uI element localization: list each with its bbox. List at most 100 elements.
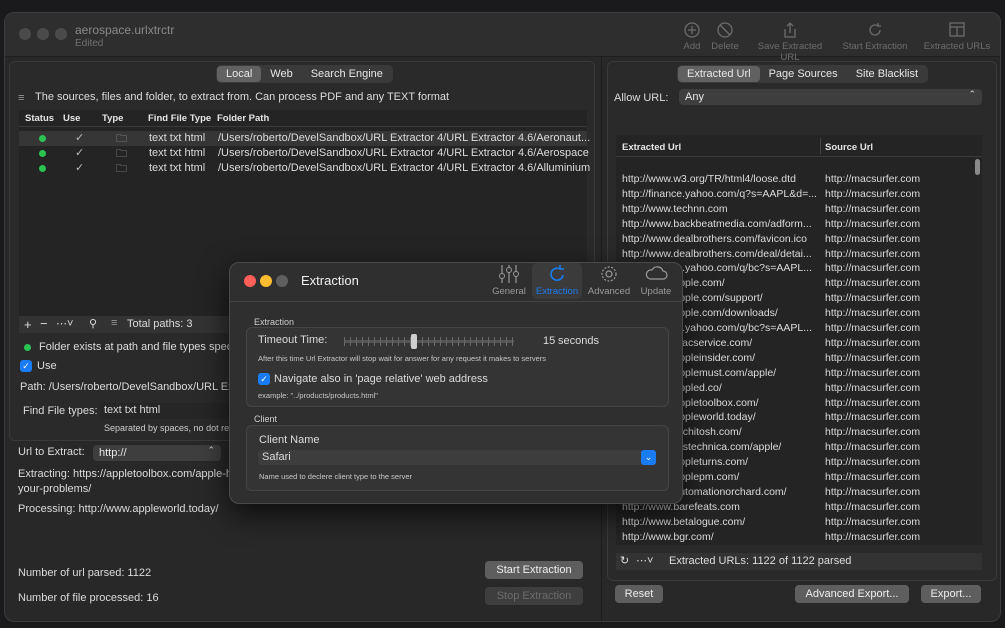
close-window-button[interactable] — [19, 28, 31, 40]
pref-tab-advanced[interactable]: Advanced — [586, 263, 632, 299]
dialog-minimize-button[interactable] — [260, 275, 272, 287]
stop-extraction-button[interactable]: Stop Extraction — [485, 587, 583, 605]
table-row[interactable]: http://www.w3.org/TR/html4/loose.dtd http… — [616, 172, 982, 187]
path-label: Path: /Users/roberto/DevelSandbox/URL Ex… — [20, 381, 237, 393]
timeout-hint: After this time Url Extractor will stop … — [258, 354, 547, 363]
allow-url-popup[interactable]: Any — [679, 86, 982, 105]
total-paths: Total paths: 3 — [127, 318, 193, 330]
start-extraction-toolbar-label: Start Extraction — [842, 41, 908, 52]
client-name-label: Client Name — [259, 434, 320, 446]
pref-tab-general[interactable]: General — [488, 263, 530, 299]
col-extracted-url[interactable]: Extracted Url — [622, 142, 681, 158]
timeout-slider-knob[interactable] — [410, 334, 417, 349]
timeout-unit: seconds — [558, 335, 599, 347]
col-find-file-type[interactable]: Find File Type — [148, 113, 211, 129]
delete-icon — [717, 22, 733, 38]
col-status[interactable]: Status — [25, 113, 54, 129]
allow-url-label: Allow URL: — [614, 92, 669, 104]
processing-text: Processing: http://www.appleworld.today/ — [18, 503, 219, 515]
source-url-cell: http://macsurfer.com — [825, 307, 921, 320]
row-folder-path: /Users/roberto/DevelSandbox/URL Extracto… — [218, 132, 591, 144]
result-tabs: Extracted Url Page Sources Site Blacklis… — [677, 65, 929, 83]
folder-status-dot — [24, 344, 31, 351]
tab-local[interactable]: Local — [217, 66, 262, 82]
tab-search-engine[interactable]: Search Engine — [302, 66, 392, 82]
table-row[interactable]: http://www.betalogue.com/http://macsurfe… — [616, 515, 982, 530]
table-row[interactable]: http://www.backbeatmedia.com/adform... ht… — [616, 217, 982, 232]
dialog-toolbar-divider — [230, 301, 682, 302]
client-hint: Name used to declere client type to the … — [259, 472, 412, 481]
urls-parsed-count: Number of url parsed: 1122 — [18, 567, 152, 579]
minus-icon[interactable]: − — [40, 316, 48, 331]
use-checkbox[interactable]: ✓ — [20, 360, 32, 372]
source-url-cell: http://macsurfer.com — [825, 500, 921, 513]
row-file-type: text txt html — [149, 132, 206, 144]
separated-hint: Separated by spaces, no dot re — [104, 423, 230, 433]
add-label: Add — [683, 41, 701, 52]
pref-tab-update[interactable]: Update — [634, 263, 678, 299]
checkmark-icon[interactable]: ✓ — [75, 161, 84, 174]
search-icon[interactable]: ⚲ — [89, 317, 97, 330]
export-button[interactable]: Export... — [921, 585, 981, 603]
tab-web[interactable]: Web — [261, 66, 301, 82]
col-folder-path[interactable]: Folder Path — [217, 113, 269, 129]
url-to-extract-label: Url to Extract: — [18, 446, 85, 458]
advanced-export-button[interactable]: Advanced Export... — [795, 585, 909, 603]
table-row[interactable]: ✓ 🗀 text txt html /Users/roberto/DevelSa… — [19, 146, 589, 161]
row-file-type: text txt html — [149, 162, 206, 174]
chevron-down-icon[interactable]: ⌄ — [641, 450, 656, 465]
scrollbar-thumb[interactable] — [975, 159, 980, 175]
navigate-example: example: "../products/products.html" — [258, 391, 378, 400]
table-row[interactable]: http://creativemac.digitalmedianet.com/h… — [616, 545, 982, 546]
table-row[interactable]: ✓ 🗀 text txt html /Users/roberto/DevelSa… — [19, 131, 591, 146]
reset-button[interactable]: Reset — [615, 585, 663, 603]
dialog-close-button[interactable] — [244, 275, 256, 287]
pref-tab-update-label: Update — [640, 286, 672, 297]
status-dot — [39, 165, 46, 172]
col-use[interactable]: Use — [63, 113, 80, 129]
tab-page-sources[interactable]: Page Sources — [760, 66, 847, 82]
pref-tab-extraction[interactable]: Extraction — [532, 263, 582, 299]
column-divider[interactable] — [820, 138, 821, 154]
extracted-urls-button[interactable]: Extracted URLs — [923, 21, 991, 52]
table-row[interactable]: http://www.technn.com http://macsurfer.co… — [616, 202, 982, 217]
results-bottom-bar: ↻ ⋯˅ Extracted URLs: 1122 of 1122 parsed — [616, 553, 982, 570]
start-extraction-button[interactable]: Start Extraction — [485, 561, 583, 579]
find-file-types-input[interactable]: text txt html — [100, 403, 230, 419]
delete-button[interactable]: Delete — [709, 21, 741, 52]
title-bar: aerospace.urlxtrctr Edited Add Delete Sa… — [5, 13, 1000, 63]
timeout-value: 15 — [543, 335, 556, 347]
table-row[interactable]: http://finance.yahoo.com/q?s=AAPL&d=... h… — [616, 187, 982, 202]
more-icon[interactable]: ⋯˅ — [636, 554, 653, 567]
extracting-text: Extracting: https://appletoolbox.com/app… — [18, 468, 233, 480]
tab-extracted-url[interactable]: Extracted Url — [678, 66, 760, 82]
client-name-combo[interactable]: Safari ⌄ — [258, 450, 656, 465]
minimize-window-button[interactable] — [37, 28, 49, 40]
extracted-url-cell: http://www.betalogue.com/ — [622, 515, 746, 528]
source-url-cell: http://macsurfer.com — [825, 322, 921, 334]
table-header: Extracted Url Source Url — [616, 135, 982, 157]
col-source-url[interactable]: Source Url — [825, 142, 873, 158]
plus-icon[interactable]: + — [24, 317, 32, 332]
checkmark-icon[interactable]: ✓ — [75, 131, 84, 144]
add-button[interactable]: Add — [680, 21, 704, 52]
save-extracted-url-button[interactable]: Save Extracted URL — [748, 21, 832, 63]
navigate-relative-checkbox[interactable]: ✓ — [258, 373, 270, 385]
tab-site-blacklist[interactable]: Site Blacklist — [847, 66, 927, 82]
zoom-window-button[interactable] — [55, 28, 67, 40]
table-row[interactable]: http://www.dealbrothers.com/deal/detai..… — [616, 247, 982, 262]
checkmark-icon[interactable]: ✓ — [75, 146, 84, 159]
url-to-extract-popup[interactable]: http:// — [93, 442, 221, 461]
col-type[interactable]: Type — [102, 113, 123, 129]
dialog-zoom-button[interactable] — [276, 275, 288, 287]
more-icon[interactable]: ⋯˅ — [56, 317, 73, 330]
dialog-title: Extraction — [301, 273, 359, 288]
section-client-title: Client — [254, 414, 278, 424]
timeout-slider[interactable] — [344, 334, 514, 349]
table-row[interactable]: http://www.bgr.com/http://macsurfer.com — [616, 530, 982, 545]
extracted-url-cell: http://www.backbeatmedia.com/adform... — [622, 217, 812, 230]
start-extraction-toolbar-button[interactable]: Start Extraction — [841, 21, 909, 52]
refresh-icon[interactable]: ↻ — [620, 554, 629, 567]
table-row[interactable]: http://www.dealbrothers.com/favicon.ico h… — [616, 232, 982, 247]
table-row[interactable]: ✓ 🗀 text txt html /Users/roberto/DevelSa… — [19, 161, 590, 176]
